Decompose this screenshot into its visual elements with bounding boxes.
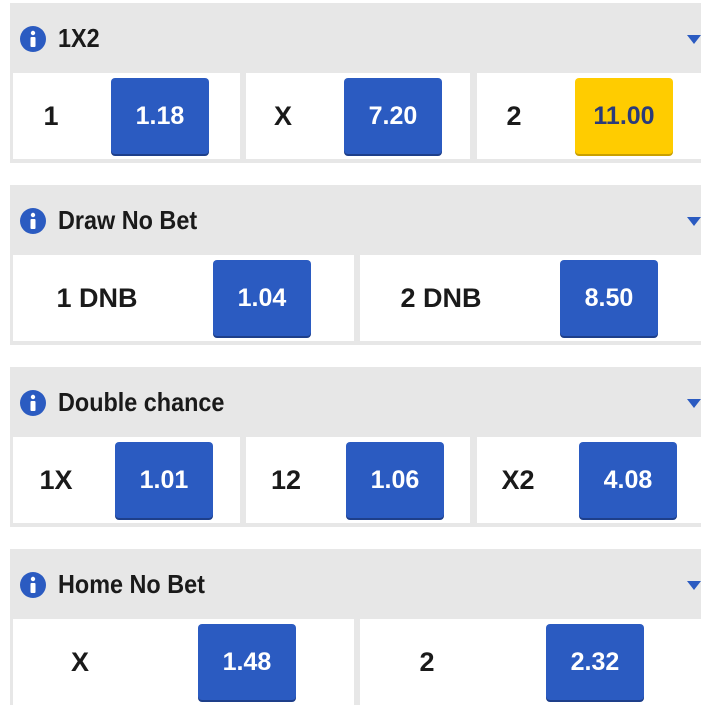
chevron-down-icon[interactable] [687,581,701,591]
odds-button[interactable]: 8.50 [560,260,658,336]
selection-row: 1 DNB 1.04 2 DNB 8.50 [10,255,701,341]
selection-cell: 12 1.06 [246,437,470,523]
selection-cell: 2 DNB 8.50 [360,255,701,341]
selection-row: 1 1.18 X 7.20 2 11.00 [10,73,701,159]
market-title: Draw No Bet [58,205,198,235]
selection-row: X 1.48 2 2.32 [10,619,701,705]
selection-cell: X 1.48 [13,619,354,705]
market-title: Double chance [58,387,225,417]
odds-button[interactable]: 4.08 [579,442,677,518]
market-draw-no-bet: Draw No Bet 1 DNB 1.04 2 DNB 8.50 [10,185,701,345]
odds-button[interactable]: 1.18 [111,78,209,154]
info-icon[interactable] [20,572,46,598]
selection-cell: X 7.20 [246,73,470,159]
info-icon[interactable] [20,208,46,234]
selection-label: X [273,101,292,131]
info-icon[interactable] [20,26,46,52]
odds-button[interactable]: 2.32 [546,624,644,700]
selection-cell: 2 11.00 [477,73,701,159]
odds-button[interactable]: 1.04 [213,260,311,336]
market-title: 1X2 [58,23,100,53]
market-double-chance: Double chance 1X 1.01 12 1.06 X2 4.08 [10,367,701,527]
selection-label: 1 DNB [56,283,138,313]
selection-row: 1X 1.01 12 1.06 X2 4.08 [10,437,701,523]
odds-button[interactable]: 1.48 [198,624,296,700]
selection-cell: 1 DNB 1.04 [13,255,354,341]
chevron-down-icon[interactable] [687,35,701,45]
market-header[interactable]: Double chance [10,367,701,437]
market-header[interactable]: 1X2 [10,3,701,73]
chevron-down-icon[interactable] [687,217,701,227]
odds-button[interactable]: 1.01 [115,442,213,518]
market-1x2: 1X2 1 1.18 X 7.20 2 11.00 [10,3,701,163]
selection-label: 2 DNB [400,283,482,313]
selection-cell: 1X 1.01 [13,437,240,523]
selection-label: X2 [501,465,535,495]
market-home-no-bet: Home No Bet X 1.48 2 2.32 [10,549,701,705]
selection-label: 2 [419,647,435,677]
odds-button[interactable]: 1.06 [346,442,444,518]
selection-label: 1 [43,101,59,131]
odds-button[interactable]: 7.20 [344,78,442,154]
chevron-down-icon[interactable] [687,399,701,409]
selection-label: 1X [39,465,73,495]
selection-label: 2 [506,101,522,131]
selection-cell: X2 4.08 [477,437,701,523]
selection-cell: 2 2.32 [360,619,701,705]
market-header[interactable]: Draw No Bet [10,185,701,255]
markets-page: 1X2 1 1.18 X 7.20 2 11.00 Draw No Bet 1 … [0,0,701,705]
selection-label: 12 [270,465,302,495]
odds-button-selected[interactable]: 11.00 [575,78,673,154]
market-header[interactable]: Home No Bet [10,549,701,619]
info-icon[interactable] [20,390,46,416]
selection-label: X [70,647,89,677]
selection-cell: 1 1.18 [13,73,240,159]
market-title: Home No Bet [58,569,205,599]
